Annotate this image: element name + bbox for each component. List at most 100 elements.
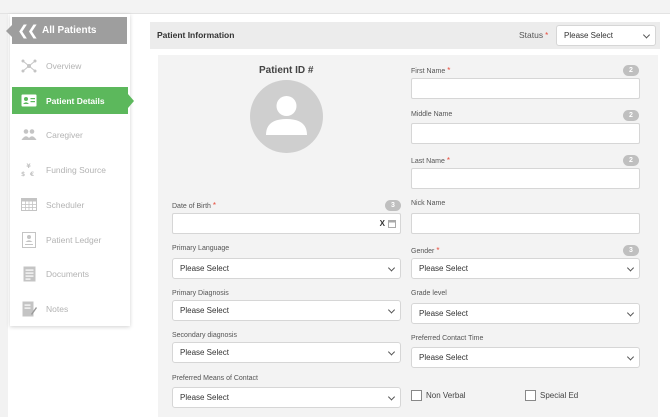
sidebar-item-funding-source[interactable]: ¥ $ € Funding Source [12, 156, 128, 183]
svg-text:$: $ [21, 171, 25, 178]
double-chevron-left-icon: ❮❮ [17, 22, 38, 38]
status-label-text: Status [519, 30, 544, 40]
sidebar-item-label: Caregiver [46, 129, 83, 140]
date-of-birth-label-text: Date of Birth [172, 203, 211, 210]
calendar-icon[interactable] [388, 220, 396, 228]
sidebar-item-patient-ledger[interactable]: Patient Ledger [12, 226, 128, 253]
sidebar-item-documents[interactable]: Documents [12, 260, 128, 287]
sidebar-item-overview[interactable]: Overview [12, 52, 128, 79]
status-select[interactable]: Please Select [556, 25, 656, 46]
status-select-value: Please Select [564, 31, 613, 40]
last-name-label: Last Name * [411, 156, 450, 165]
notes-icon [12, 301, 46, 317]
chevron-down-icon [387, 392, 396, 401]
sidebar-item-label: Patient Ledger [46, 234, 102, 245]
required-marker: * [446, 156, 450, 165]
non-verbal-checkbox[interactable] [411, 390, 422, 401]
chevron-down-icon [387, 347, 396, 356]
sidebar-item-caregiver[interactable]: Caregiver [12, 121, 128, 148]
sidebar-item-patient-details[interactable]: Patient Details [12, 87, 134, 114]
gender-count-badge: 3 [623, 245, 639, 256]
first-name-input[interactable] [411, 78, 640, 99]
chevron-down-icon [626, 308, 635, 317]
date-of-birth-count-badge: 3 [385, 200, 401, 211]
required-marker: * [545, 31, 549, 40]
last-name-count-badge: 2 [623, 155, 639, 166]
primary-diagnosis-value: Please Select [180, 306, 229, 315]
last-name-input[interactable] [411, 168, 640, 189]
secondary-diagnosis-select[interactable]: Please Select [172, 342, 401, 363]
svg-text:€: € [29, 171, 34, 178]
first-name-count-badge: 2 [623, 65, 639, 76]
nick-name-label: Nick Name [411, 200, 446, 207]
network-icon [12, 59, 46, 73]
all-patients-label: All Patients [42, 25, 97, 36]
date-of-birth-label: Date of Birth * [172, 201, 216, 210]
primary-language-select[interactable]: Please Select [172, 258, 401, 279]
sidebar-item-label: Notes [46, 303, 69, 314]
status-label: Status * [519, 30, 548, 40]
preferred-means-of-contact-select[interactable]: Please Select [172, 387, 401, 408]
chevron-down-icon [626, 263, 635, 272]
sidebar: ❮❮ All Patients Overview Patient Details… [6, 14, 134, 326]
sidebar-item-label: Overview [46, 60, 82, 71]
panel-title: Patient Information [157, 30, 235, 40]
header-notch [6, 25, 12, 37]
preferred-contact-time-label: Preferred Contact Time [411, 335, 484, 342]
first-name-label: First Name * [411, 66, 450, 75]
left-strip [0, 14, 8, 417]
gender-label: Gender * [411, 246, 439, 255]
people-icon [12, 128, 46, 141]
middle-name-input[interactable] [411, 123, 640, 144]
nick-name-input[interactable] [411, 213, 640, 234]
sidebar-item-label: Documents [46, 268, 89, 279]
special-ed-label: Special Ed [540, 391, 579, 400]
gender-value: Please Select [419, 264, 468, 273]
required-marker: * [212, 201, 217, 210]
gender-label-text: Gender [411, 248, 435, 255]
chevron-down-icon [642, 30, 651, 39]
patient-id-label: Patient ID # [259, 65, 314, 76]
primary-diagnosis-label: Primary Diagnosis [172, 290, 229, 297]
avatar-placeholder[interactable] [250, 80, 323, 153]
svg-text:¥: ¥ [27, 163, 32, 170]
chevron-down-icon [387, 305, 396, 314]
sidebar-item-label: Patient Details [46, 95, 105, 106]
preferred-contact-time-select[interactable]: Please Select [411, 347, 640, 368]
sidebar-item-scheduler[interactable]: Scheduler [12, 191, 128, 218]
grade-level-label: Grade level [411, 290, 447, 297]
grade-level-value: Please Select [419, 309, 468, 318]
grade-level-select[interactable]: Please Select [411, 303, 640, 324]
sidebar-item-notes[interactable]: Notes [12, 295, 128, 322]
secondary-diagnosis-value: Please Select [180, 348, 229, 357]
user-silhouette-icon [266, 96, 307, 135]
primary-language-value: Please Select [180, 264, 229, 273]
last-name-label-text: Last Name [411, 158, 445, 165]
required-marker: * [447, 66, 451, 75]
special-ed-checkbox[interactable] [525, 390, 536, 401]
id-card-icon [12, 94, 46, 107]
chevron-down-icon [387, 263, 396, 272]
currency-icon: ¥ $ € [12, 162, 46, 178]
non-verbal-label: Non Verbal [426, 391, 466, 400]
secondary-diagnosis-label: Secondary diagnosis [172, 332, 237, 339]
required-marker: * [436, 246, 440, 255]
sidebar-item-label: Funding Source [46, 164, 107, 175]
chevron-down-icon [626, 352, 635, 361]
preferred-means-of-contact-value: Please Select [180, 393, 229, 402]
calendar-icon [12, 198, 46, 211]
middle-name-count-badge: 2 [623, 110, 639, 121]
clear-date-button[interactable]: X [380, 219, 385, 228]
document-icon [12, 266, 46, 282]
first-name-label-text: First Name [411, 68, 446, 75]
primary-language-label: Primary Language [172, 245, 230, 252]
primary-diagnosis-select[interactable]: Please Select [172, 300, 401, 321]
gender-select[interactable]: Please Select [411, 258, 640, 279]
date-of-birth-input[interactable]: X [172, 213, 401, 234]
preferred-contact-time-value: Please Select [419, 353, 468, 362]
middle-name-label: Middle Name [411, 111, 453, 118]
top-bar [0, 0, 670, 14]
all-patients-button[interactable]: ❮❮ All Patients [6, 17, 127, 44]
sidebar-item-label: Scheduler [46, 199, 85, 210]
ledger-icon [12, 231, 46, 248]
